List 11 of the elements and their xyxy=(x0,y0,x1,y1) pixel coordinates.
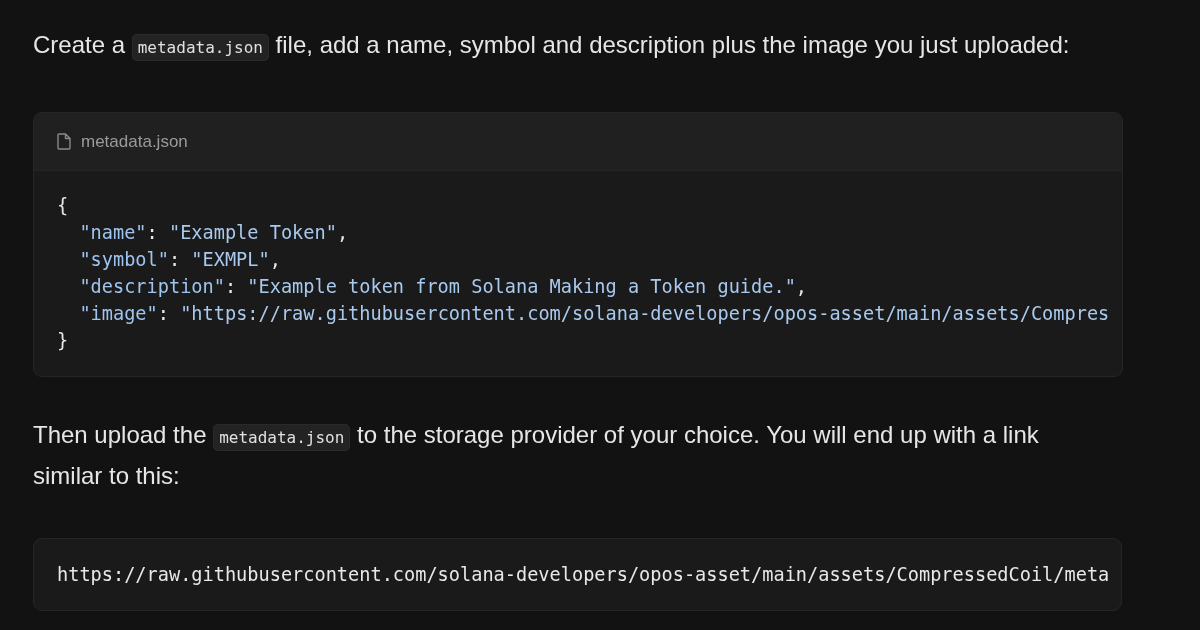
code-line: "symbol": "EXMPL", xyxy=(79,248,282,272)
file-name: metadata.json xyxy=(81,131,188,152)
code-line: "description": "Example token from Solana Making a Token guide.", xyxy=(79,275,809,299)
paragraph: Then upload the metadata.json to the storage provider of your choice. You will end up with a link similar to this: xyxy=(33,420,1040,491)
paragraph: Create a metadata.json file, add a name, symbol and description plus the image you just uploaded: xyxy=(33,26,1183,67)
code-line: "image": "https://raw.githubusercontent.com/solana-developers/opos-asset/main/assets/Compres xyxy=(79,302,1111,326)
code-line: } xyxy=(57,329,70,353)
code-line: { xyxy=(57,194,70,218)
file-icon xyxy=(57,133,71,150)
code-line: "name": "Example Token", xyxy=(79,221,350,245)
url-code-block: https://raw.githubusercontent.com/solana-developers/opos-asset/main/assets/CompressedCoil/meta xyxy=(33,538,1122,611)
